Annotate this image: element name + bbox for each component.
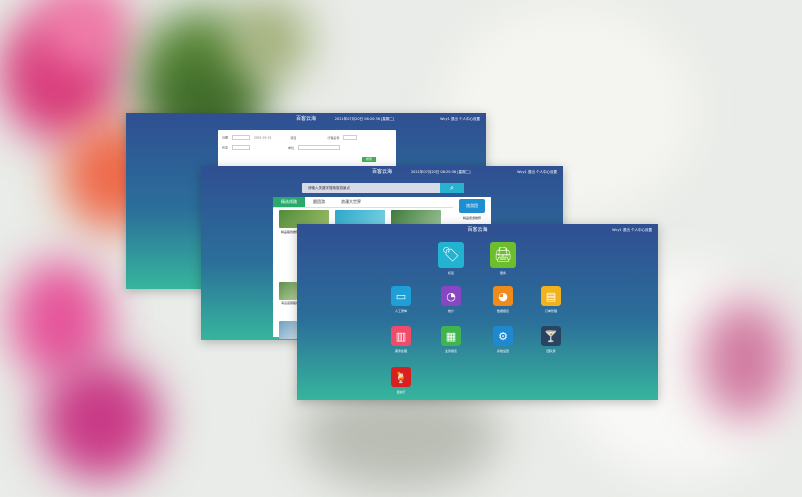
unit-label: 单位 — [287, 145, 294, 150]
user-menu[interactable]: Wcy1 退出 个人中心设置 — [440, 113, 480, 125]
datetime: 2021年07月20日 08:20:36 [星期二] — [410, 170, 471, 174]
app-tile-label: 服务 — [499, 271, 506, 275]
route-select[interactable] — [343, 135, 358, 140]
app-tile-report[interactable]: ◕ 数据报表 — [477, 286, 529, 313]
app-title: 百客云海 — [467, 227, 488, 233]
user-menu[interactable]: Wcy1 退出 个人中心设置 — [612, 224, 652, 236]
app-tile-label: 数据报表 — [496, 309, 509, 313]
status-label: 状态 — [222, 145, 229, 150]
app-tile-label: 标签 — [447, 271, 454, 275]
background-blob — [700, 300, 790, 420]
gear-icon: ⚙ — [493, 326, 513, 346]
app-tile-order[interactable]: ▤ 订单管理 — [525, 286, 577, 313]
order-icon: ▤ — [541, 286, 561, 306]
app-tile-card[interactable]: ▭ 人工录单 — [375, 286, 427, 313]
app-tile-label: 统计 — [447, 309, 454, 313]
date-label: 日期 — [222, 135, 229, 140]
app-title: 百客云海 — [295, 116, 317, 122]
app-tile-drink[interactable]: 🍹 自由行 — [375, 367, 427, 394]
app-tile-label: 订单管理 — [544, 309, 557, 313]
promo-badge: 旅游团 — [459, 199, 485, 213]
promo-text: 精品旅游推荐 — [462, 216, 481, 220]
project-label: 项目 — [290, 135, 297, 140]
start-date-field[interactable] — [231, 135, 250, 140]
app-tile-label: 团队游 — [546, 349, 556, 353]
app-tile-inbox[interactable]: ▥ 票务处理 — [375, 326, 427, 353]
form-row-1: 日期 2021-01-31 项目 行程名称 — [222, 135, 392, 140]
route-thumbnail[interactable] — [279, 321, 297, 339]
app-tile-label: 票务处理 — [394, 349, 407, 353]
printer-icon: 🖨 — [490, 242, 516, 268]
top-bar: 百客云海 2021年07月20日 08:20:36 [星期二] Wcy1 退出 … — [126, 113, 486, 125]
route-thumbnail[interactable] — [279, 282, 297, 300]
inbox-icon: ▥ — [391, 326, 411, 346]
route-name-label: 行程名称 — [327, 135, 340, 140]
app-tile-cocktail[interactable]: 🍸 团队游 — [525, 326, 577, 353]
tag-icon: 🏷 — [438, 242, 464, 268]
route-tab[interactable]: 浪漫大世界 — [333, 197, 369, 207]
unit-field[interactable] — [297, 145, 340, 150]
status-select[interactable] — [231, 145, 250, 150]
search-button[interactable]: ⌕ — [440, 183, 464, 193]
search-button[interactable]: 搜索 — [362, 157, 376, 162]
app-tile-label: 自由行 — [396, 390, 406, 394]
card-icon: ▭ — [391, 286, 411, 306]
user-menu[interactable]: Wcy1 退出 个人中心设置 — [517, 166, 557, 178]
drink-icon: 🍹 — [391, 367, 411, 387]
pie-chart-icon: ◔ — [441, 286, 461, 306]
background-blob — [230, 0, 310, 80]
route-tab[interactable]: 跟团游 — [305, 197, 333, 207]
top-bar: 百客云海 Wcy1 退出 个人中心设置 — [297, 224, 658, 236]
cocktail-icon: 🍸 — [541, 326, 561, 346]
ledger-icon: ▦ — [441, 326, 461, 346]
app-title: 百客云海 — [371, 169, 393, 175]
app-tile-printer[interactable]: 🖨 服务 — [477, 242, 529, 275]
app-tile-pie-chart[interactable]: ◔ 统计 — [425, 286, 477, 313]
app-tile-label: 业务报表 — [444, 349, 457, 353]
app-launcher-window: 百客云海 Wcy1 退出 个人中心设置 🏷 标签 🖨 服务 ▭ 人工录单 ◔ 统计 ◕ 数据报表 ▤… — [297, 224, 658, 400]
route-tab[interactable]: 精选线路 — [273, 197, 305, 207]
app-tile-gear[interactable]: ⚙ 系统设置 — [477, 326, 529, 353]
app-tile-tag[interactable]: 🏷 标签 — [425, 242, 477, 275]
search-input[interactable]: 请输入关键字搜索旅游景点 — [302, 183, 448, 193]
datetime: 2021年07月20日 08:20:36 [星期二] — [334, 117, 395, 121]
app-tile-ledger[interactable]: ▦ 业务报表 — [425, 326, 477, 353]
report-icon: ◕ — [493, 286, 513, 306]
app-tile-label: 人工录单 — [394, 309, 407, 313]
search-icon: ⌕ — [450, 184, 454, 192]
end-date-value[interactable]: 2021-01-31 — [254, 136, 271, 140]
app-tile-label: 系统设置 — [496, 349, 509, 353]
form-row-2: 状态 单位 — [222, 145, 392, 150]
route-tabs: 精选线路 跟团游 浪漫大世界 — [273, 197, 461, 208]
top-bar: 百客云海 2021年07月20日 08:20:36 [星期二] Wcy1 退出 … — [201, 166, 563, 178]
background-blob — [40, 360, 160, 480]
